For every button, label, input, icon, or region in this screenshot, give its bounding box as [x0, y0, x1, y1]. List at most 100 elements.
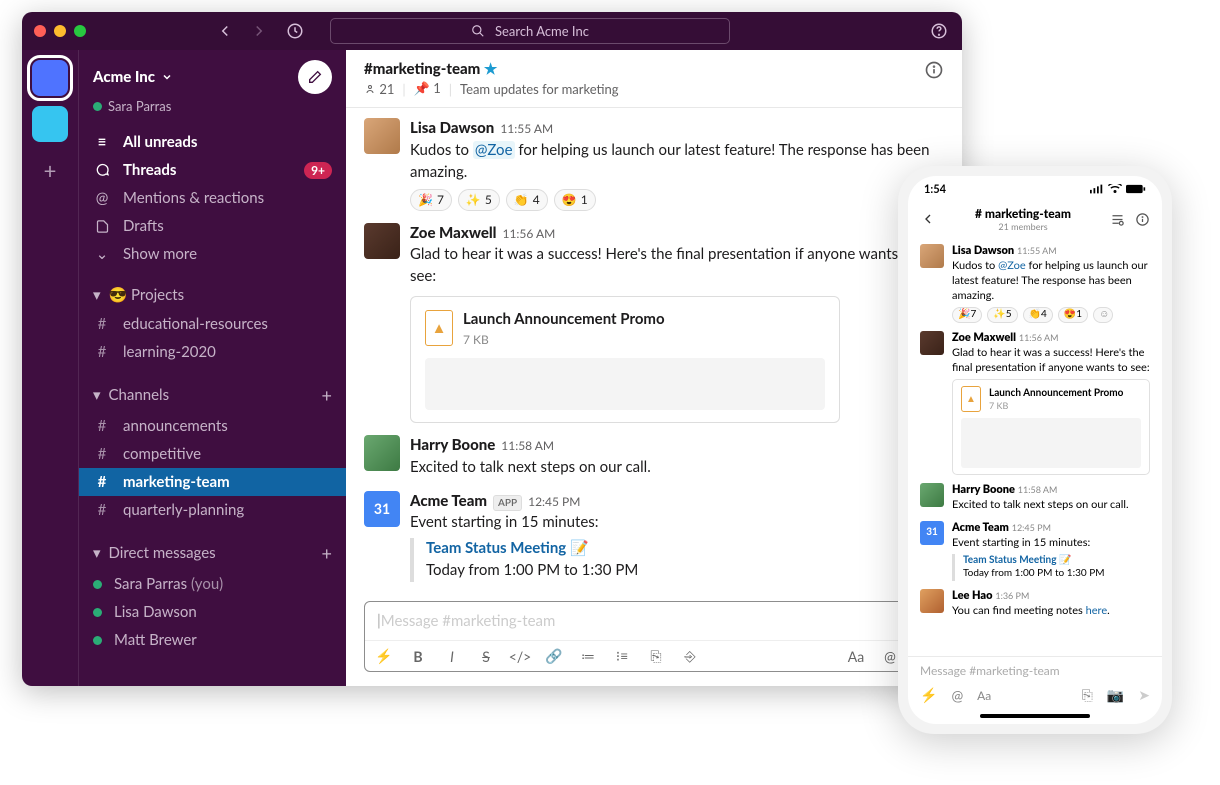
compose-button[interactable] [298, 60, 332, 94]
link-button[interactable]: 🔗 [545, 647, 563, 665]
message[interactable]: Lee Hao 1:36 PM You can find meeting not… [908, 585, 1162, 623]
message-author[interactable]: Harry Boone [410, 435, 495, 457]
reaction[interactable]: 👏4 [1023, 307, 1053, 323]
attach-button[interactable]: ⎘ [1082, 686, 1093, 704]
message-author[interactable]: Zoe Maxwell [410, 223, 496, 245]
minimize-window-button[interactable] [54, 25, 66, 37]
shortcuts-button[interactable]: ⚡ [920, 686, 937, 704]
add-channel-button[interactable]: + [322, 384, 332, 406]
reaction[interactable]: 🎉7 [410, 189, 452, 210]
section-projects[interactable]: ▾😎 Projects [79, 280, 346, 310]
reaction[interactable]: 😍1 [554, 189, 596, 210]
mobile-message-input[interactable]: Message #marketing-team [920, 663, 1150, 678]
reaction[interactable]: 🎉7 [952, 307, 982, 323]
star-icon[interactable]: ★ [484, 60, 497, 78]
bullet-list-button[interactable]: ⁝≡ [613, 647, 631, 665]
forward-button[interactable] [250, 22, 268, 40]
send-button[interactable]: ➤ [1138, 686, 1150, 704]
camera-button[interactable]: 📷 [1107, 686, 1124, 704]
back-button[interactable] [216, 22, 234, 40]
back-button[interactable] [920, 211, 936, 227]
shortcuts-button[interactable]: ⚡ [375, 647, 393, 665]
close-window-button[interactable] [34, 25, 46, 37]
mobile-message-list[interactable]: Lisa Dawson 11:55 AM Kudos to @Zoe for h… [908, 238, 1162, 656]
reaction[interactable]: ✨5 [458, 189, 500, 210]
workspace-switcher-2[interactable] [32, 106, 68, 142]
pin-count[interactable]: 📌 1 [414, 80, 441, 97]
message[interactable]: Zoe Maxwell11:56 AM Glad to hear it was … [346, 217, 962, 429]
info-button[interactable] [1135, 212, 1150, 227]
search-button[interactable] [1110, 212, 1125, 227]
message-author[interactable]: Lisa Dawson [410, 118, 494, 140]
channel-topic[interactable]: Team updates for marketing [460, 81, 619, 97]
avatar[interactable] [920, 483, 944, 507]
sidebar-mentions[interactable]: @Mentions & reactions [79, 184, 346, 212]
message-author[interactable]: Acme Team [410, 491, 487, 513]
message-list[interactable]: Lisa Dawson11:55 AM Kudos to @Zoe for he… [346, 108, 962, 593]
user-status[interactable]: Sara Parras [79, 98, 346, 122]
channel-details-button[interactable] [924, 60, 944, 80]
formatting-button[interactable]: Aa [847, 647, 865, 665]
add-reaction-button[interactable]: ☺ [1093, 307, 1113, 323]
message[interactable]: Lisa Dawson11:55 AM Kudos to @Zoe for he… [346, 112, 962, 217]
sidebar-dm-matt[interactable]: Matt Brewer [79, 626, 346, 654]
message[interactable]: Harry Boone 11:58 AM Excited to talk nex… [908, 479, 1162, 517]
code-button[interactable]: </> [511, 647, 529, 665]
add-workspace-button[interactable]: + [32, 152, 68, 188]
sidebar-channel-learning[interactable]: #learning-2020 [79, 338, 346, 366]
event-title[interactable]: Team Status Meeting [426, 539, 566, 557]
channel-name[interactable]: #marketing-team ★ [364, 60, 619, 78]
file-attachment[interactable]: ▲ Launch Announcement Promo7 KB [952, 379, 1150, 475]
reaction[interactable]: 😍1 [1058, 307, 1088, 323]
calendar-icon[interactable]: 31 [364, 491, 400, 527]
file-attachment[interactable]: ▲ Launch Announcement Promo7 KB [410, 296, 840, 423]
avatar[interactable] [920, 589, 944, 613]
bold-button[interactable]: B [409, 647, 427, 665]
sidebar-channel-marketing-team[interactable]: #marketing-team [79, 468, 346, 496]
sidebar-show-more[interactable]: ⌄Show more [79, 240, 346, 268]
italic-button[interactable]: I [443, 647, 461, 665]
mention-button[interactable]: @ [881, 647, 899, 665]
message[interactable]: Lisa Dawson 11:55 AM Kudos to @Zoe for h… [908, 240, 1162, 327]
search-input[interactable]: Search Acme Inc [330, 18, 730, 44]
history-button[interactable] [286, 22, 304, 40]
avatar[interactable] [364, 435, 400, 471]
message[interactable]: 31 Acme TeamAPP12:45 PM Event starting i… [346, 485, 962, 588]
workspace-switcher-1[interactable] [32, 60, 68, 96]
codeblock-button[interactable]: ⎆ [681, 647, 699, 665]
mention[interactable]: @Zoe [473, 141, 515, 159]
sidebar-channel-announcements[interactable]: #announcements [79, 412, 346, 440]
strikethrough-button[interactable]: S [477, 647, 495, 665]
sidebar-channel-educational[interactable]: #educational-resources [79, 310, 346, 338]
help-button[interactable] [930, 22, 948, 40]
message[interactable]: 31 Acme Team 12:45 PM Event starting in … [908, 517, 1162, 585]
blockquote-button[interactable]: ⎘ [647, 647, 665, 665]
message-input[interactable]: |Message #marketing-team [365, 602, 943, 641]
add-dm-button[interactable]: + [322, 542, 332, 564]
sidebar-dm-lisa[interactable]: Lisa Dawson [79, 598, 346, 626]
maximize-window-button[interactable] [74, 25, 86, 37]
mention-button[interactable]: @ [951, 687, 963, 704]
sidebar-threads[interactable]: Threads9+ [79, 156, 346, 184]
reaction[interactable]: 👏4 [506, 189, 548, 210]
avatar[interactable] [364, 118, 400, 154]
formatting-button[interactable]: Aa [977, 688, 991, 703]
member-count[interactable]: 21 [364, 81, 394, 97]
message[interactable]: Harry Boone11:58 AM Excited to talk next… [346, 429, 962, 485]
calendar-icon[interactable]: 31 [920, 521, 944, 545]
message[interactable]: Zoe Maxwell 11:56 AM Glad to hear it was… [908, 327, 1162, 480]
avatar[interactable] [920, 244, 944, 268]
ordered-list-button[interactable]: ≔ [579, 647, 597, 665]
sidebar-dm-sara[interactable]: Sara Parras (you) [79, 570, 346, 598]
sidebar-channel-quarterly[interactable]: #quarterly-planning [79, 496, 346, 524]
message[interactable]: Lee Hao1:36 PM You can find meeting note… [346, 588, 962, 593]
sidebar-drafts[interactable]: Drafts [79, 212, 346, 240]
avatar[interactable] [920, 331, 944, 355]
mobile-channel-name[interactable]: # marketing-team [975, 206, 1071, 221]
section-dms[interactable]: ▾Direct messages+ [79, 536, 346, 570]
reaction[interactable]: ✨5 [987, 307, 1017, 323]
workspace-name-button[interactable]: Acme Inc [93, 68, 173, 86]
avatar[interactable] [364, 223, 400, 259]
sidebar-all-unreads[interactable]: ≡All unreads [79, 128, 346, 156]
section-channels[interactable]: ▾Channels+ [79, 378, 346, 412]
